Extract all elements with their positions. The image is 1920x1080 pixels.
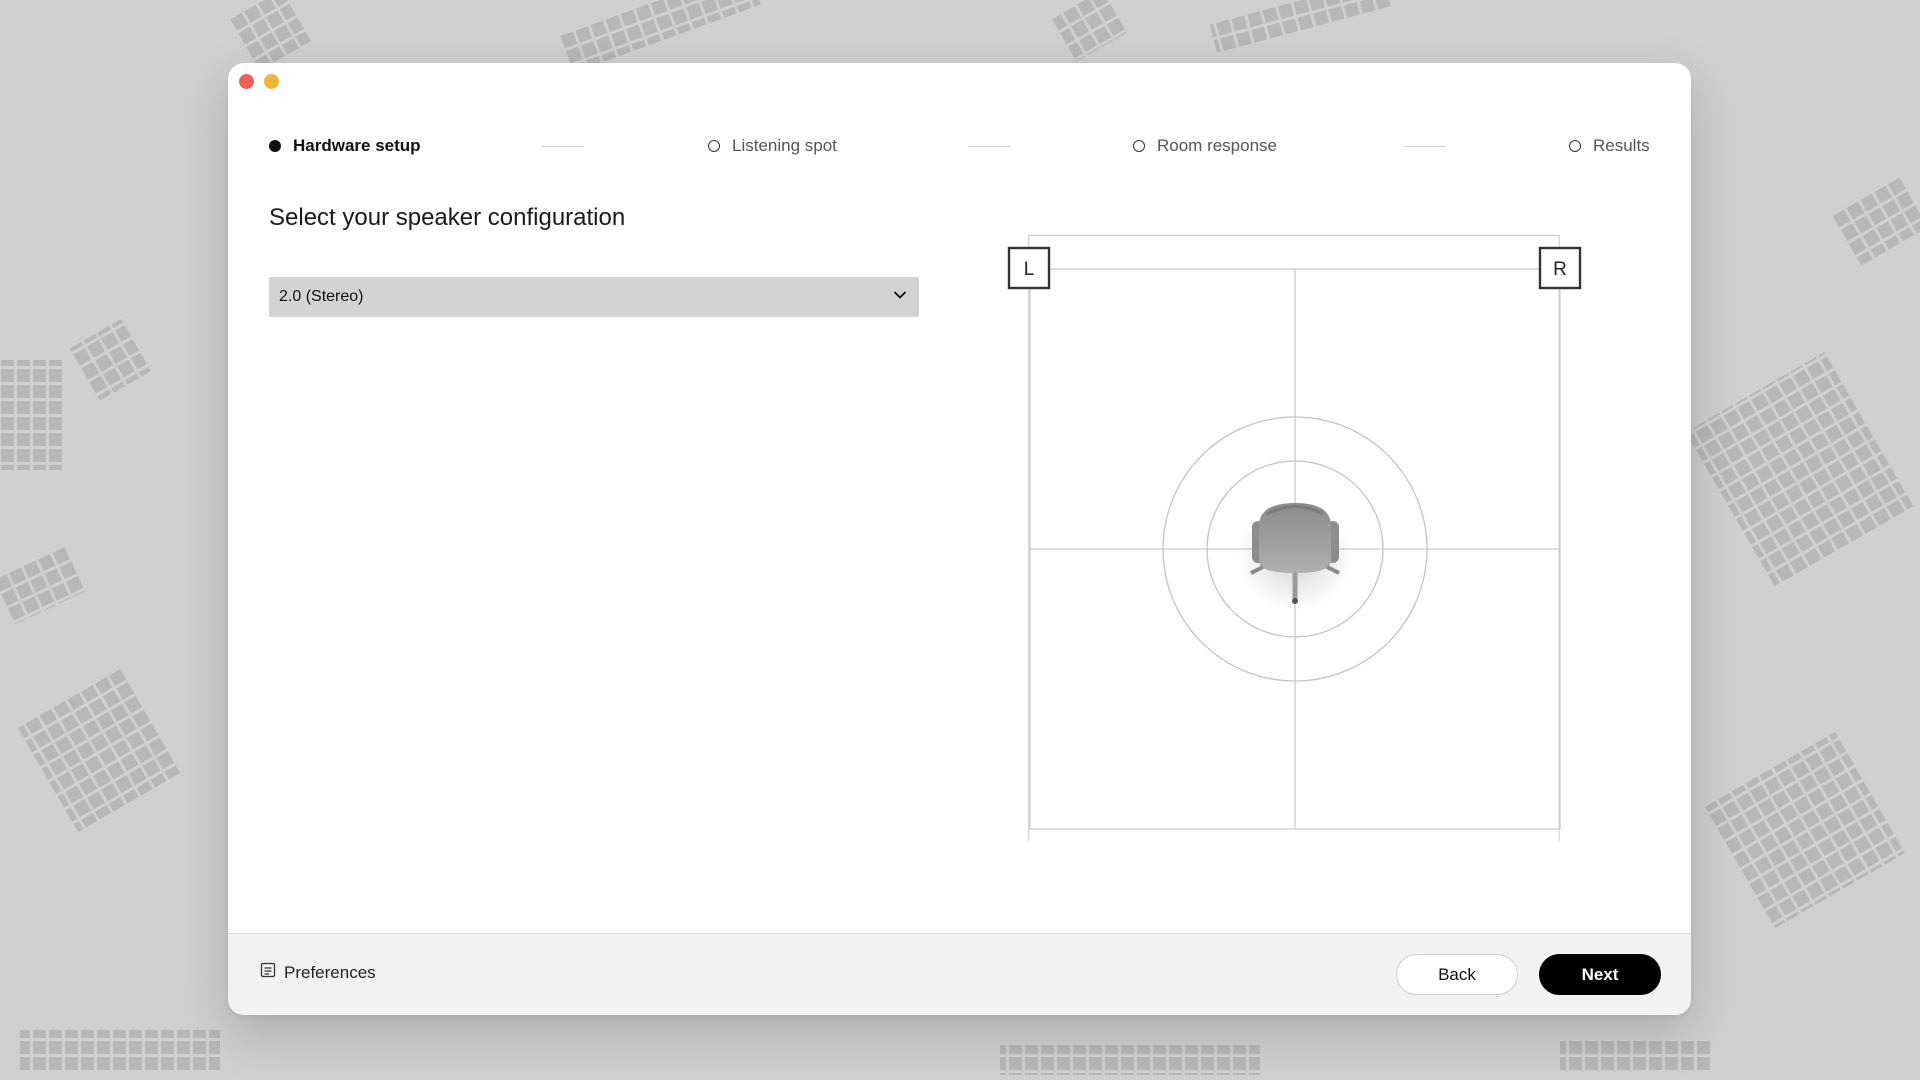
selected-value: 2.0 (Stereo) [279, 288, 364, 305]
step-active-indicator [269, 140, 281, 152]
step-label: Hardware setup [293, 136, 421, 155]
step-results: Results [1569, 121, 1650, 171]
step-separator [968, 146, 1010, 147]
step-pending-indicator [708, 140, 720, 152]
step-listening-spot: Listening spot [708, 121, 837, 171]
preferences-button[interactable]: Preferences [260, 962, 376, 983]
chair-icon [1237, 501, 1353, 611]
right-speaker[interactable]: R [1538, 246, 1582, 290]
close-window-button[interactable] [239, 74, 254, 89]
left-speaker-label: L [1024, 259, 1035, 280]
next-button[interactable]: Next [1539, 954, 1661, 995]
app-window: Hardware setup Listening spot Room respo… [228, 63, 1691, 1015]
window-controls [239, 74, 279, 89]
left-speaker[interactable]: L [1007, 246, 1051, 290]
footer-bar: Preferences Back Next [228, 933, 1691, 1015]
speaker-layout-diagram: L R [1007, 234, 1582, 841]
right-speaker-label: R [1553, 259, 1567, 280]
minimize-window-button[interactable] [264, 74, 279, 89]
step-label: Listening spot [732, 136, 837, 155]
step-pending-indicator [1569, 140, 1581, 152]
chevron-down-icon [893, 288, 907, 307]
back-button[interactable]: Back [1396, 954, 1518, 995]
step-hardware-setup: Hardware setup [269, 121, 421, 171]
step-pending-indicator [1133, 140, 1145, 152]
step-label: Results [1593, 136, 1650, 155]
step-room-response: Room response [1133, 121, 1277, 171]
speaker-configuration-select[interactable]: 2.0 (Stereo) [269, 277, 919, 317]
step-separator [1404, 146, 1446, 147]
step-separator [542, 146, 584, 147]
preferences-label: Preferences [284, 962, 376, 982]
progress-stepper: Hardware setup Listening spot Room respo… [228, 121, 1691, 171]
page-title: Select your speaker configuration [269, 204, 626, 231]
step-label: Room response [1157, 136, 1278, 155]
list-icon [260, 962, 276, 983]
